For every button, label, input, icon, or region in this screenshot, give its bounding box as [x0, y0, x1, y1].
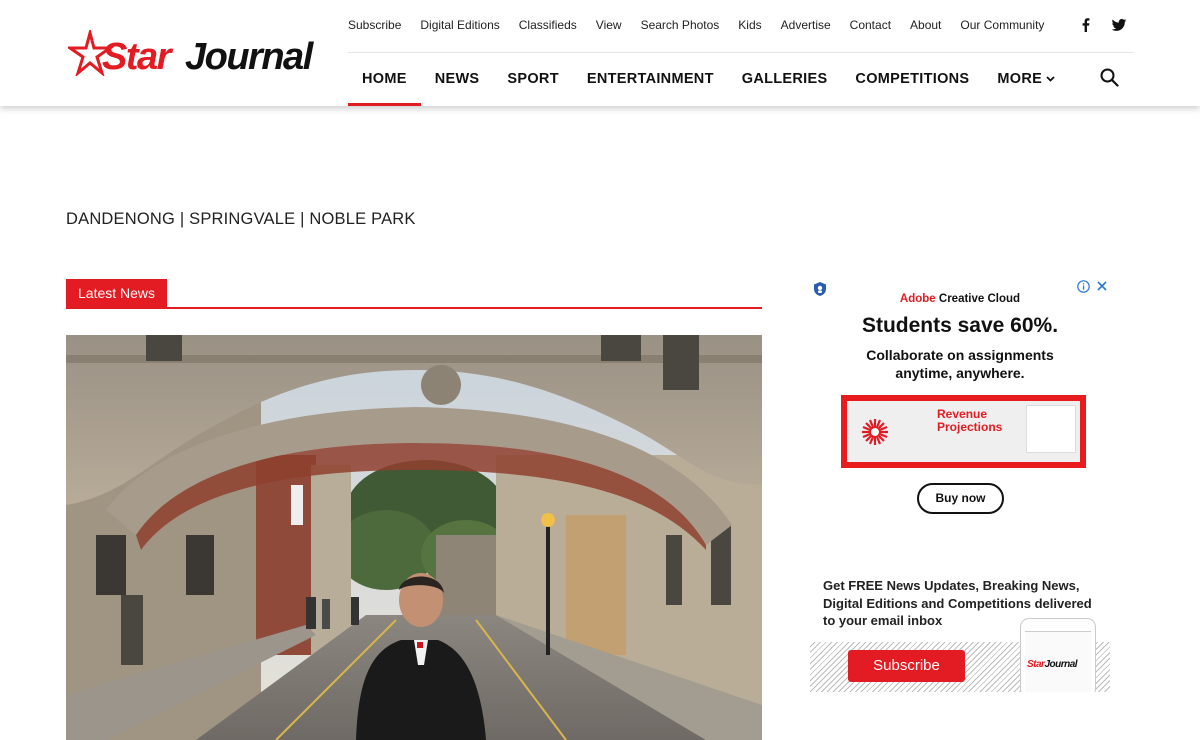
topbar-link-subscribe[interactable]: Subscribe	[348, 18, 401, 36]
search-icon	[1100, 68, 1119, 87]
nav-item-news[interactable]: NEWS	[421, 53, 494, 106]
ad-headline: Students save 60%.	[861, 314, 1059, 337]
ad-subheadline: Collaborate on assignments anytime, anyw…	[866, 347, 1054, 381]
phone-logo-star: Star	[1027, 659, 1045, 670]
topbar-link-digital-editions[interactable]: Digital Editions	[420, 18, 499, 36]
ad-controls	[1077, 280, 1108, 293]
topbar-link-about[interactable]: About	[910, 18, 941, 36]
topbar-link-contact[interactable]: Contact	[850, 18, 891, 36]
ad-visual: Revenue Projections	[841, 395, 1086, 468]
sunburst-icon	[862, 419, 888, 445]
location-tagline: DANDENONG | SPRINGVALE | NOBLE PARK	[66, 210, 416, 228]
topbar-link-view[interactable]: View	[596, 18, 622, 36]
nav-item-more-label: MORE	[997, 71, 1043, 87]
ad-brand-product: Creative Cloud	[938, 293, 1021, 305]
nav-item-entertainment[interactable]: ENTERTAINMENT	[573, 53, 728, 106]
site-logo[interactable]: Star Journal	[68, 30, 313, 80]
ad-visual-title-line1: Revenue	[937, 407, 988, 421]
ad-brand: Adobe Creative Cloud	[810, 293, 1110, 305]
phone-screen: StarJournal	[1025, 631, 1091, 692]
twitter-icon	[1111, 19, 1127, 31]
info-icon[interactable]	[1077, 280, 1090, 293]
logo-star-text: Star	[102, 36, 171, 78]
newsletter-subscribe-button[interactable]: Subscribe	[848, 650, 965, 682]
nav-item-galleries[interactable]: GALLERIES	[728, 53, 842, 106]
phone-logo: StarJournal	[1027, 659, 1078, 670]
nav-item-home[interactable]: HOME	[348, 53, 421, 106]
nav-item-more[interactable]: MORE	[983, 53, 1069, 106]
close-icon[interactable]	[1096, 280, 1108, 292]
site-header: Star Journal Subscribe Digital Editions …	[0, 0, 1200, 106]
nav-item-sport[interactable]: SPORT	[493, 53, 572, 106]
top-utility-menu: Subscribe Digital Editions Classifieds V…	[348, 18, 1044, 36]
topbar-link-classifieds[interactable]: Classifieds	[519, 18, 577, 36]
ad-brand-adobe: Adobe	[899, 293, 936, 305]
phone-illustration: StarJournal	[1020, 618, 1096, 692]
latest-news-header: Latest News	[66, 279, 762, 309]
topbar-link-kids[interactable]: Kids	[738, 18, 761, 36]
feature-photo	[66, 335, 762, 740]
nav-item-competitions[interactable]: COMPETITIONS	[841, 53, 983, 106]
phone-logo-journal: Journal	[1044, 659, 1078, 670]
facebook-icon	[1082, 18, 1090, 32]
topbar-link-search-photos[interactable]: Search Photos	[641, 18, 720, 36]
main-navigation: HOME NEWS SPORT ENTERTAINMENT GALLERIES …	[348, 53, 1069, 106]
adobe-advertisement[interactable]: Adobe Creative Cloud Students save 60%. …	[810, 279, 1110, 529]
facebook-link[interactable]	[1081, 16, 1091, 34]
newsletter-signup-banner[interactable]: Get FREE News Updates, Breaking News, Di…	[810, 570, 1110, 692]
twitter-link[interactable]	[1111, 16, 1127, 34]
ad-visual-title: Revenue Projections	[937, 408, 1002, 434]
logo-journal-text: Journal	[185, 36, 313, 78]
topbar-link-advertise[interactable]: Advertise	[781, 18, 831, 36]
ad-visual-title-line2: Projections	[937, 420, 1003, 434]
search-button[interactable]	[1100, 68, 1119, 92]
featured-article-image[interactable]	[66, 335, 762, 740]
ad-visual-comment-card	[1026, 405, 1076, 453]
buy-now-button[interactable]: Buy now	[917, 483, 1004, 514]
latest-news-tab[interactable]: Latest News	[66, 279, 168, 307]
ad-visual-panel: Revenue Projections	[847, 401, 1080, 462]
chevron-down-icon	[1046, 76, 1055, 82]
topbar-link-our-community[interactable]: Our Community	[960, 18, 1044, 36]
